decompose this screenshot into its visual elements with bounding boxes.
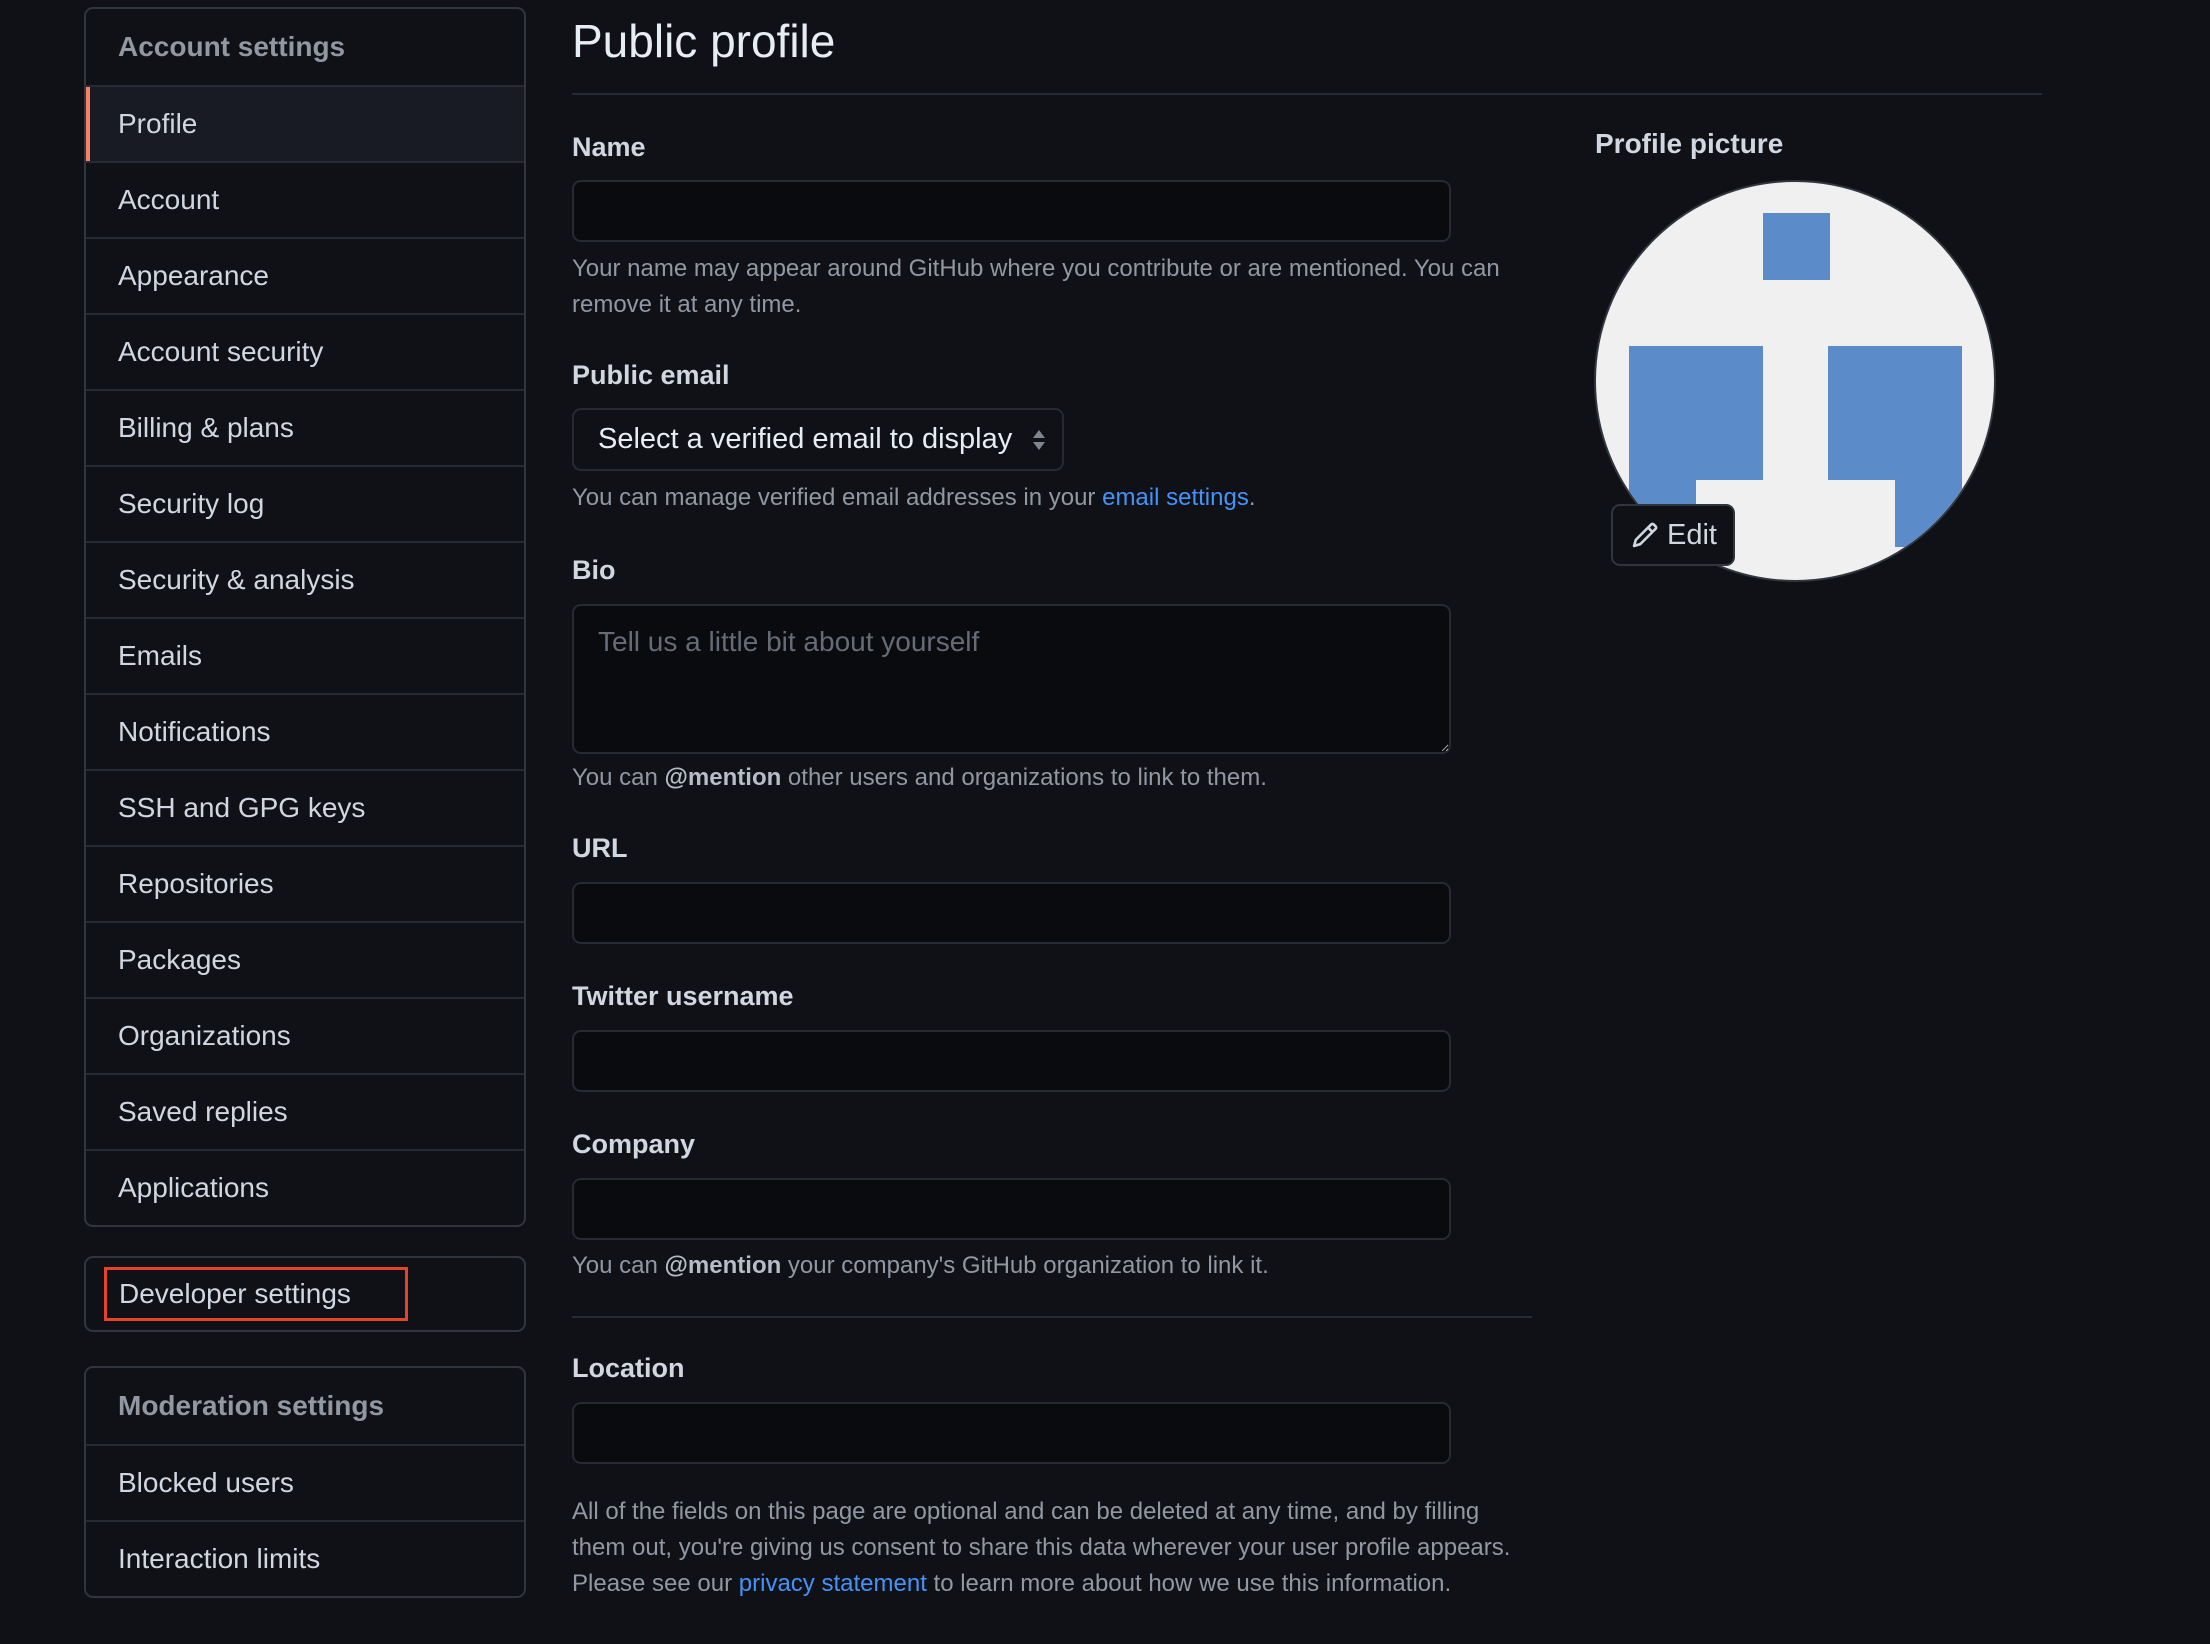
sidebar-item-ssh-gpg-keys[interactable]: SSH and GPG keys xyxy=(86,771,524,847)
sidebar-item-account[interactable]: Account xyxy=(86,163,524,239)
sidebar-item-account-security[interactable]: Account security xyxy=(86,315,524,391)
location-label: Location xyxy=(572,1353,685,1383)
privacy-note-suffix: to learn more about how we use this info… xyxy=(926,1570,1452,1597)
location-input[interactable] xyxy=(572,1402,1451,1464)
sidebar-item-developer-settings[interactable]: Developer settings xyxy=(104,1267,408,1321)
sidebar-item-security-analysis[interactable]: Security & analysis xyxy=(86,543,524,619)
public-email-note-suffix: . xyxy=(1248,484,1256,511)
form-divider xyxy=(572,1316,1532,1318)
bio-textarea[interactable] xyxy=(572,604,1451,754)
public-email-select[interactable]: Select a verified email to display xyxy=(572,408,1064,471)
sidebar-item-repositories[interactable]: Repositories xyxy=(86,847,524,923)
bio-note: You can @mention other users and organiz… xyxy=(572,760,1267,796)
public-email-note: You can manage verified email addresses … xyxy=(572,480,1256,516)
email-settings-link[interactable]: email settings xyxy=(1102,484,1249,511)
company-note-suffix: your company's GitHub organization to li… xyxy=(781,1252,1269,1279)
account-settings-header: Account settings xyxy=(86,9,524,87)
name-note: Your name may appear around GitHub where… xyxy=(572,255,1500,318)
sidebar-item-billing-plans[interactable]: Billing & plans xyxy=(86,391,524,467)
bio-note-prefix: You can xyxy=(572,764,665,791)
sidebar-item-organizations[interactable]: Organizations xyxy=(86,999,524,1075)
developer-settings-nav: Developer settings xyxy=(84,1256,526,1332)
bio-note-mention: @mention xyxy=(664,764,782,791)
sidebar-item-interaction-limits[interactable]: Interaction limits xyxy=(86,1522,524,1596)
company-note: You can @mention your company's GitHub o… xyxy=(572,1248,1269,1284)
twitter-label: Twitter username xyxy=(572,981,794,1011)
company-note-mention: @mention xyxy=(664,1252,782,1279)
url-label: URL xyxy=(572,833,628,863)
identicon-block xyxy=(1629,346,1763,480)
company-label: Company xyxy=(572,1129,696,1159)
identicon-block xyxy=(1763,213,1830,280)
bio-note-suffix: other users and organizations to link to… xyxy=(781,764,1267,791)
sidebar-item-blocked-users[interactable]: Blocked users xyxy=(86,1446,524,1522)
company-input[interactable] xyxy=(572,1178,1451,1240)
identicon-block xyxy=(1828,346,1962,480)
sidebar-item-saved-replies[interactable]: Saved replies xyxy=(86,1075,524,1151)
sidebar-item-notifications[interactable]: Notifications xyxy=(86,695,524,771)
edit-profile-picture-button[interactable]: Edit xyxy=(1611,504,1735,566)
moderation-settings-header: Moderation settings xyxy=(86,1368,524,1446)
account-settings-nav: Account settings Profile Account Appeara… xyxy=(84,7,526,1227)
bio-label: Bio xyxy=(572,555,616,585)
public-email-selected-value: Select a verified email to display xyxy=(598,423,1013,455)
identicon-block xyxy=(1895,480,1962,547)
url-input[interactable] xyxy=(572,882,1451,944)
name-label: Name xyxy=(572,132,646,162)
sidebar-item-applications[interactable]: Applications xyxy=(86,1151,524,1225)
sidebar-item-security-log[interactable]: Security log xyxy=(86,467,524,543)
twitter-username-input[interactable] xyxy=(572,1030,1451,1092)
moderation-settings-nav: Moderation settings Blocked users Intera… xyxy=(84,1366,526,1598)
page-title: Public profile xyxy=(572,15,836,67)
public-email-label: Public email xyxy=(572,360,730,390)
pencil-icon xyxy=(1632,522,1658,548)
select-arrows-icon xyxy=(1033,430,1045,450)
public-email-note-text: You can manage verified email addresses … xyxy=(572,484,1103,511)
sidebar-item-packages[interactable]: Packages xyxy=(86,923,524,999)
sidebar-item-appearance[interactable]: Appearance xyxy=(86,239,524,315)
privacy-note: All of the fields on this page are optio… xyxy=(572,1494,1512,1602)
sidebar-item-profile[interactable]: Profile xyxy=(86,87,524,163)
company-note-prefix: You can xyxy=(572,1252,665,1279)
edit-label: Edit xyxy=(1667,518,1717,551)
sidebar-item-emails[interactable]: Emails xyxy=(86,619,524,695)
title-divider xyxy=(572,93,2042,95)
privacy-statement-link[interactable]: privacy statement xyxy=(739,1570,927,1597)
name-input[interactable] xyxy=(572,180,1451,242)
profile-picture-label: Profile picture xyxy=(1595,128,1784,159)
